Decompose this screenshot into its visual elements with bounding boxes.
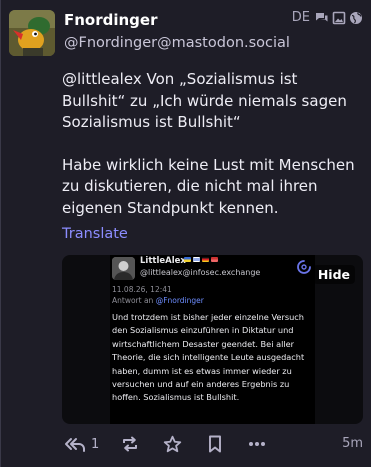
- globe-icon: [349, 11, 363, 25]
- more-button[interactable]: [248, 432, 266, 456]
- screenshot-body: Und trotzdem ist bisher jeder einzelne V…: [112, 312, 305, 403]
- post-meta: DE: [292, 10, 363, 25]
- relative-timestamp[interactable]: 5m: [342, 436, 363, 451]
- screenshot-timestamp: 11.08.26, 12:41: [112, 285, 172, 294]
- translate-link[interactable]: Translate: [62, 226, 128, 242]
- status-post: Fnordinger @Fnordinger@mastodon.social D…: [0, 0, 371, 467]
- post-content: @littlealex Von „Sozialismus ist Bullshi…: [62, 69, 362, 219]
- action-bar: 1 5m: [62, 432, 363, 456]
- bookmark-button[interactable]: [207, 432, 223, 456]
- screenshot-flags: [184, 257, 218, 262]
- screenshot-account: @littlealex@infosec.exchange: [140, 268, 261, 277]
- more-icon: [248, 441, 266, 447]
- reply-button[interactable]: 1: [64, 432, 99, 456]
- boost-button[interactable]: [121, 432, 139, 456]
- screenshot-reply-line: Antwort an @Fnordinger: [112, 296, 204, 305]
- bookmark-icon: [207, 435, 223, 453]
- loading-spinner-icon: [296, 259, 312, 275]
- content-paragraph-1: @littlealex Von „Sozialismus ist Bullshi…: [62, 69, 362, 134]
- screenshot-reply-target: @Fnordinger: [155, 296, 204, 305]
- screenshot-name: LittleAlex: [140, 256, 186, 266]
- reply-all-icon: [64, 436, 86, 452]
- boost-icon: [121, 435, 139, 453]
- screenshot-reply-prefix: Antwort an: [112, 296, 156, 305]
- favourite-button[interactable]: [163, 432, 182, 456]
- star-icon: [163, 435, 182, 454]
- content-paragraph-2: Habe wirklich keine Lust mit Menschen zu…: [62, 155, 355, 217]
- account-handle[interactable]: @Fnordinger@mastodon.social: [64, 35, 290, 51]
- thread-icon: [315, 11, 329, 25]
- hide-media-button[interactable]: Hide: [312, 265, 355, 284]
- language-badge: DE: [291, 10, 310, 25]
- display-name[interactable]: Fnordinger: [64, 11, 158, 29]
- reply-count: 1: [91, 436, 100, 452]
- screenshot-image: LittleAlex @littlealex@infosec.exchange …: [110, 255, 315, 424]
- image-icon: [332, 11, 346, 25]
- screenshot-avatar: [112, 257, 135, 280]
- avatar[interactable]: [9, 10, 55, 56]
- mention-link[interactable]: @littlealex: [62, 70, 142, 88]
- media-attachment[interactable]: LittleAlex @littlealex@infosec.exchange …: [62, 255, 363, 424]
